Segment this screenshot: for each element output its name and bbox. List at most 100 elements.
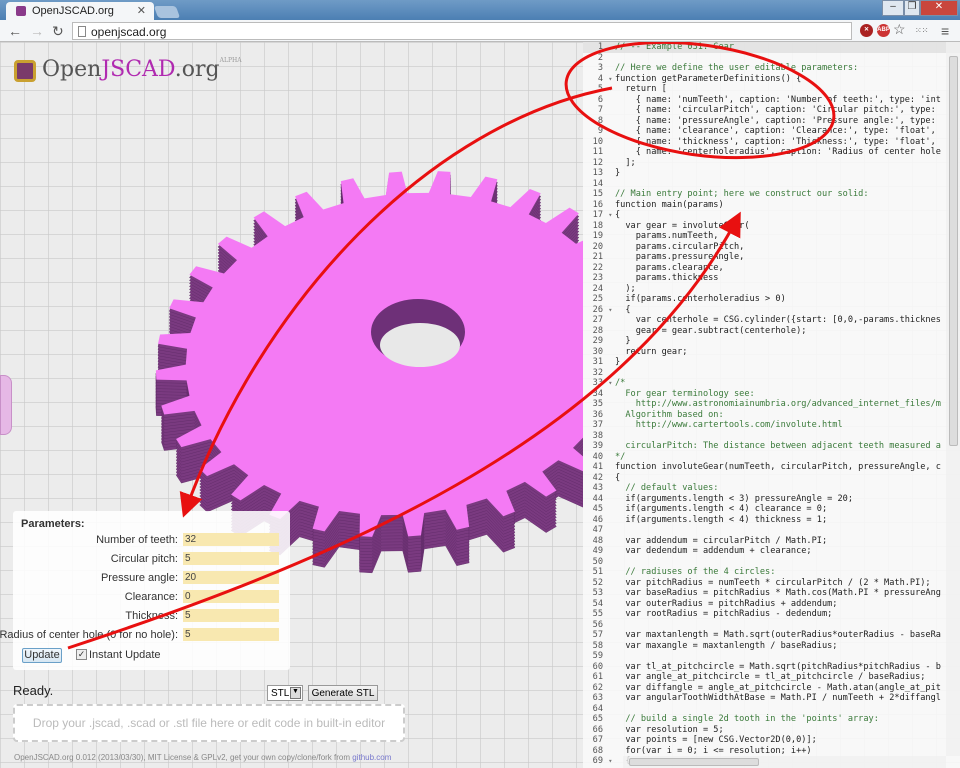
code-line[interactable]: 47 <box>583 525 960 536</box>
instant-update-checkbox[interactable]: ✓ <box>76 649 87 660</box>
code-line[interactable]: 28 gear = gear.subtract(centerhole); <box>583 326 960 337</box>
code-line[interactable]: 6 { name: 'numTeeth', caption: 'Number o… <box>583 95 960 106</box>
side-panel-handle[interactable] <box>0 375 12 435</box>
code-line[interactable]: 14 <box>583 179 960 190</box>
menu-icon[interactable]: ≡ <box>941 23 949 39</box>
code-line[interactable]: 2 <box>583 53 960 64</box>
code-line[interactable]: 20 params.circularPitch, <box>583 242 960 253</box>
code-line[interactable]: 33 ▾/* <box>583 378 960 389</box>
code-line[interactable]: 68 for(var i = 0; i <= resolution; i++) <box>583 746 960 757</box>
extension-icon[interactable]: ✕ <box>860 24 873 37</box>
code-line[interactable]: 38 <box>583 431 960 442</box>
minimize-button[interactable]: – <box>882 0 904 16</box>
file-drop-zone[interactable]: Drop your .jscad, .scad or .stl file her… <box>13 704 405 742</box>
fold-icon[interactable]: ▾ <box>604 210 612 221</box>
code-line[interactable]: 42 { <box>583 473 960 484</box>
code-line[interactable]: 35 http://www.astronomiainumbria.org/adv… <box>583 399 960 410</box>
code-line[interactable]: 25 if(params.centerholeradius > 0) <box>583 294 960 305</box>
close-tab-icon[interactable]: ✕ <box>137 4 146 17</box>
code-line[interactable]: 66 var resolution = 5; <box>583 725 960 736</box>
code-line[interactable]: 59 <box>583 651 960 662</box>
fold-icon[interactable]: ▾ <box>604 756 612 767</box>
fold-icon[interactable]: ▾ <box>604 378 612 389</box>
code-line[interactable]: 43 // default values: <box>583 483 960 494</box>
code-line[interactable]: 7 { name: 'circularPitch', caption: 'Cir… <box>583 105 960 116</box>
code-line[interactable]: 31} <box>583 357 960 368</box>
code-line[interactable]: 16 function main(params) <box>583 200 960 211</box>
browser-tab[interactable]: OpenJSCAD.org ✕ <box>6 2 154 20</box>
close-window-button[interactable]: ✕ <box>920 0 958 16</box>
code-line[interactable]: 27 var centerhole = CSG.cylinder({start:… <box>583 315 960 326</box>
editor-vertical-scrollbar[interactable] <box>946 42 960 756</box>
reload-icon[interactable]: ↻ <box>52 23 64 40</box>
fold-icon[interactable]: ▾ <box>604 305 612 316</box>
code-line[interactable]: 29 } <box>583 336 960 347</box>
code-line[interactable]: 34 For gear terminology see: <box>583 389 960 400</box>
code-line[interactable]: 8 { name: 'pressureAngle', caption: 'Pre… <box>583 116 960 127</box>
code-line[interactable]: 18 var gear = involuteGear( <box>583 221 960 232</box>
bookmark-star-icon[interactable]: ☆ <box>893 21 906 38</box>
code-line[interactable]: 10 { name: 'thickness', caption: 'Thickn… <box>583 137 960 148</box>
code-line[interactable]: 9 { name: 'clearance', caption: 'Clearan… <box>583 126 960 137</box>
code-line[interactable]: 26 ▾ { <box>583 305 960 316</box>
github-link[interactable]: github.com <box>352 753 391 762</box>
code-line[interactable]: 32 <box>583 368 960 379</box>
param-input[interactable]: 32 <box>183 533 279 546</box>
code-line[interactable]: 41 function involuteGear(numTeeth, circul… <box>583 462 960 473</box>
code-line[interactable]: 62 var diffangle = angle_at_pitchcircle … <box>583 683 960 694</box>
code-line[interactable]: 11 { name: 'centerholeradius', caption: … <box>583 147 960 158</box>
param-input[interactable]: 5 <box>183 552 279 565</box>
code-line[interactable]: 19 params.numTeeth, <box>583 231 960 242</box>
param-input[interactable]: 5 <box>183 609 279 622</box>
code-line[interactable]: 61 var angle_at_pitchcircle = tl_at_pitc… <box>583 672 960 683</box>
code-editor[interactable]: 1 // -- Example 031: Gear 2 3 // Here we def… <box>583 42 960 768</box>
code-line[interactable]: 3 // Here we define the user editable par… <box>583 63 960 74</box>
code-line[interactable]: 53 var baseRadius = pitchRadius * Math.c… <box>583 588 960 599</box>
generate-stl-button[interactable]: Generate STL <box>308 685 378 701</box>
param-input[interactable]: 0 <box>183 590 279 603</box>
editor-horizontal-scrollbar[interactable] <box>623 756 946 768</box>
code-line[interactable]: 30 return gear; <box>583 347 960 358</box>
code-line[interactable]: 17 ▾{ <box>583 210 960 221</box>
code-line[interactable]: 39 circularPitch: The distance between a… <box>583 441 960 452</box>
back-icon[interactable]: ← <box>8 23 22 39</box>
code-line[interactable]: 24 ); <box>583 284 960 295</box>
code-line[interactable]: 51 // radiuses of the 4 circles: <box>583 567 960 578</box>
code-line[interactable]: 12 ]; <box>583 158 960 169</box>
code-line[interactable]: 5 ▾ return [ <box>583 84 960 95</box>
code-line[interactable]: 36 Algorithm based on: <box>583 410 960 421</box>
code-line[interactable]: 57 var maxtanlength = Math.sqrt(outerRad… <box>583 630 960 641</box>
maximize-button[interactable]: ❐ <box>904 0 920 16</box>
code-line[interactable]: 4 ▾ function getParameterDefinitions() { <box>583 74 960 85</box>
code-line[interactable]: 52 var pitchRadius = numTeeth * circular… <box>583 578 960 589</box>
code-line[interactable]: 23 params.thickness <box>583 273 960 284</box>
code-line[interactable]: 56 <box>583 620 960 631</box>
extension-menu-icon[interactable]: ⁙⁙ <box>915 26 928 35</box>
update-button[interactable]: Update <box>22 648 62 663</box>
url-input[interactable]: openjscad.org <box>72 22 852 40</box>
code-line[interactable]: 49 var dedendum = addendum + clearance; <box>583 546 960 557</box>
code-line[interactable]: 13} <box>583 168 960 179</box>
code-line[interactable]: 63 var angularToothWidthAtBase = Math.PI… <box>583 693 960 704</box>
viewport[interactable]: OpenJSCAD.orgALPHA Parameters: Number of… <box>0 42 960 768</box>
param-input[interactable]: 5 <box>183 628 279 641</box>
code-line[interactable]: 45 if(arguments.length < 4) clearance = … <box>583 504 960 515</box>
code-line[interactable]: 48 var addendum = circularPitch / Math.P… <box>583 536 960 547</box>
code-line[interactable]: 22 params.clearance, <box>583 263 960 274</box>
param-input[interactable]: 20 <box>183 571 279 584</box>
code-line[interactable]: 64 <box>583 704 960 715</box>
forward-icon[interactable]: → <box>30 23 44 39</box>
format-select[interactable]: STL ▼ <box>267 685 303 701</box>
code-line[interactable]: 40 */ <box>583 452 960 463</box>
code-line[interactable]: 44 if(arguments.length < 3) pressureAngl… <box>583 494 960 505</box>
new-tab-button[interactable] <box>153 6 181 18</box>
code-line[interactable]: 50 <box>583 557 960 568</box>
code-line[interactable]: 1 // -- Example 031: Gear <box>583 42 960 53</box>
code-line[interactable]: 60 var tl_at_pitchcircle = Math.sqrt(pit… <box>583 662 960 673</box>
fold-icon[interactable]: ▾ <box>604 84 612 95</box>
code-line[interactable]: 67 var points = [new CSG.Vector2D(0,0)]; <box>583 735 960 746</box>
code-line[interactable]: 46 if(arguments.length < 4) thickness = … <box>583 515 960 526</box>
code-line[interactable]: 54 var outerRadius = pitchRadius + adden… <box>583 599 960 610</box>
code-line[interactable]: 15 // Main entry point; here we construct… <box>583 189 960 200</box>
code-line[interactable]: 58 var maxangle = maxtanlength / baseRad… <box>583 641 960 652</box>
